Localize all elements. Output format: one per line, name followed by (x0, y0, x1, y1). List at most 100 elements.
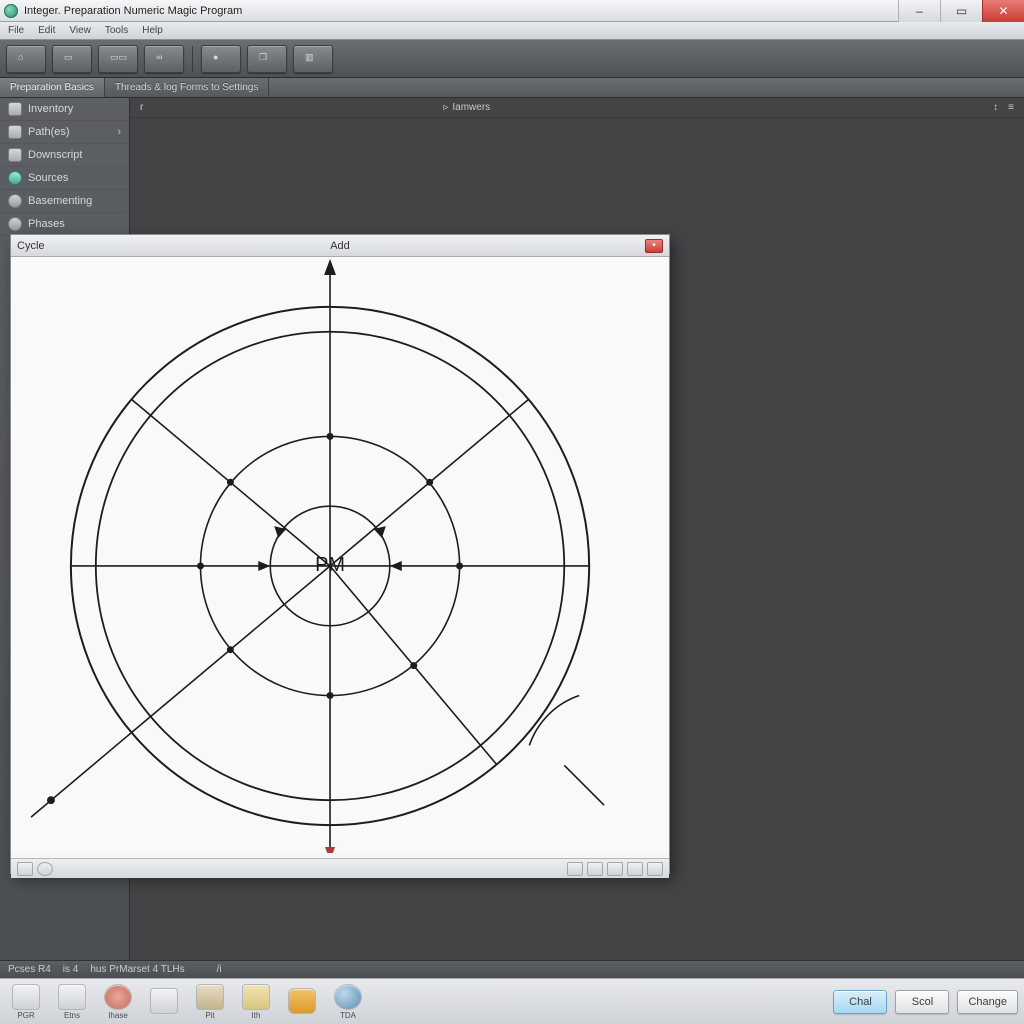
minimize-button[interactable]: – (898, 0, 940, 22)
tool-screens[interactable]: ▭▭ (98, 45, 138, 73)
app-icon-2 (104, 984, 132, 1010)
button-scol[interactable]: Scol (895, 990, 949, 1014)
menu-edit[interactable]: Edit (38, 25, 55, 36)
diagram-window: Cycle Add • (10, 234, 670, 874)
arrow-up-icon (324, 259, 336, 275)
taskbar-item-6[interactable] (282, 988, 322, 1015)
maximize-button[interactable]: ▭ (940, 0, 982, 22)
sidebar-item-downscript[interactable]: Downscript (0, 144, 129, 167)
menu-file[interactable]: File (8, 25, 24, 36)
workspace-header-mark: r (140, 102, 143, 113)
app-icon-7 (334, 984, 362, 1010)
app-icon-6 (288, 988, 316, 1014)
taskbar-item-0[interactable]: PGR (6, 984, 46, 1020)
info-mark: /i (217, 964, 222, 975)
tool-window[interactable]: ❐ (247, 45, 287, 73)
menu-help[interactable]: Help (142, 25, 163, 36)
taskbar-actions: Chal Scol Change (833, 990, 1018, 1014)
menu-tools[interactable]: Tools (105, 25, 128, 36)
tool-home[interactable]: ⌂ (6, 45, 46, 73)
tool-record[interactable]: ● (201, 45, 241, 73)
app-icon-1 (58, 984, 86, 1010)
sidebar-item-pathes[interactable]: Path(es) › (0, 121, 129, 144)
taskbar-item-label: Pit (205, 1011, 214, 1020)
diagram-tick-line (564, 765, 604, 805)
taskbar-item-1[interactable]: Etns (52, 984, 92, 1020)
home-icon: ⌂ (18, 52, 34, 66)
sidebar-item-label: Basementing (28, 195, 92, 207)
app-icon-4 (196, 984, 224, 1010)
sidebar-item-basementing[interactable]: Basementing (0, 190, 129, 213)
window-buttons: – ▭ ✕ (898, 0, 1024, 22)
taskbar-item-4[interactable]: Pit (190, 984, 230, 1020)
workspace-header: r ▹ Iamwers ↕ ≡ (130, 98, 1024, 118)
link-icon: ∞ (156, 52, 172, 66)
diag-status-btn-b[interactable] (587, 862, 603, 876)
diag-status-btn-2[interactable] (37, 862, 53, 876)
taskbar-item-label: Ith (252, 1011, 261, 1020)
record-icon: ● (213, 52, 229, 66)
info-left: Pcses R4 (8, 964, 51, 975)
screen-icon: ▭ (64, 52, 80, 66)
sidebar-item-phases[interactable]: Phases (0, 213, 129, 236)
info-strip: Pcses R4 is 4 hus PrMarset 4 TLHs /i (0, 960, 1024, 978)
taskbar-item-2[interactable]: Ihase (98, 984, 138, 1020)
taskbar-item-5[interactable]: Ith (236, 984, 276, 1020)
diagram-title-center: Add (11, 240, 669, 252)
panel-icon: ▥ (305, 52, 321, 66)
diag-status-btn-d[interactable] (627, 862, 643, 876)
info-mid2: hus PrMarset 4 TLHs (90, 964, 184, 975)
sidebar-item-label: Phases (28, 218, 65, 230)
button-chal[interactable]: Chal (833, 990, 887, 1014)
button-change[interactable]: Change (957, 990, 1018, 1014)
disk-icon (8, 148, 22, 162)
diag-status-btn-a[interactable] (567, 862, 583, 876)
tab-preparation-basics[interactable]: Preparation Basics (0, 78, 105, 97)
toolbar-separator (192, 46, 193, 72)
diagram-close-button[interactable]: • (645, 239, 663, 253)
tab-threads-settings[interactable]: Threads & log Forms to Settings (105, 78, 269, 97)
sidebar-item-label: Downscript (28, 149, 82, 161)
window-titlebar: Integer. Preparation Numeric Magic Progr… (0, 0, 1024, 22)
taskbar-item-label: Ihase (108, 1011, 128, 1020)
sidebar-item-label: Sources (28, 172, 68, 184)
app-icon-3 (150, 988, 178, 1014)
menu-view[interactable]: View (69, 25, 91, 36)
menu-icon[interactable]: ≡ (1008, 102, 1014, 113)
menu-bar: File Edit View Tools Help (0, 22, 1024, 40)
diagram-titlebar[interactable]: Cycle Add • (11, 235, 669, 257)
sidebar-item-inventory[interactable]: Inventory (0, 98, 129, 121)
screens-icon: ▭▭ (110, 52, 126, 66)
info-mid1: is 4 (63, 964, 79, 975)
taskbar: PGR Etns Ihase Pit Ith TDA Chal Scol Cha… (0, 978, 1024, 1024)
workspace: r ▹ Iamwers ↕ ≡ Cycle Add • (130, 98, 1024, 960)
sidebar-item-label: Path(es) (28, 126, 70, 138)
app-icon-0 (12, 984, 40, 1010)
diag-status-btn-1[interactable] (17, 862, 33, 876)
tool-link[interactable]: ∞ (144, 45, 184, 73)
toolbar: ⌂ ▭ ▭▭ ∞ ● ❐ ▥ (0, 40, 1024, 78)
app-icon-5 (242, 984, 270, 1010)
taskbar-item-label: TDA (340, 1011, 356, 1020)
taskbar-item-7[interactable]: TDA (328, 984, 368, 1020)
diagram-center-label: PM (315, 554, 345, 576)
diagram-spokes (31, 400, 528, 818)
tool-screen[interactable]: ▭ (52, 45, 92, 73)
workspace-header-label: Iamwers (452, 102, 490, 113)
diag-status-btn-e[interactable] (647, 862, 663, 876)
doc-icon (8, 125, 22, 139)
diagram-canvas[interactable]: PM (11, 257, 669, 853)
main-area: Inventory Path(es) › Downscript Sources … (0, 98, 1024, 960)
diag-status-btn-c[interactable] (607, 862, 623, 876)
sidebar-item-sources[interactable]: Sources (0, 167, 129, 190)
sort-icon[interactable]: ↕ (993, 102, 998, 113)
diagram-statusbar (11, 858, 669, 878)
tool-panel[interactable]: ▥ (293, 45, 333, 73)
orb-icon (8, 171, 22, 185)
taskbar-item-label: PGR (17, 1011, 34, 1020)
close-button[interactable]: ✕ (982, 0, 1024, 22)
box-icon (8, 102, 22, 116)
caret-right-icon: › (117, 126, 121, 138)
taskbar-item-3[interactable] (144, 988, 184, 1015)
taskbar-item-label: Etns (64, 1011, 80, 1020)
